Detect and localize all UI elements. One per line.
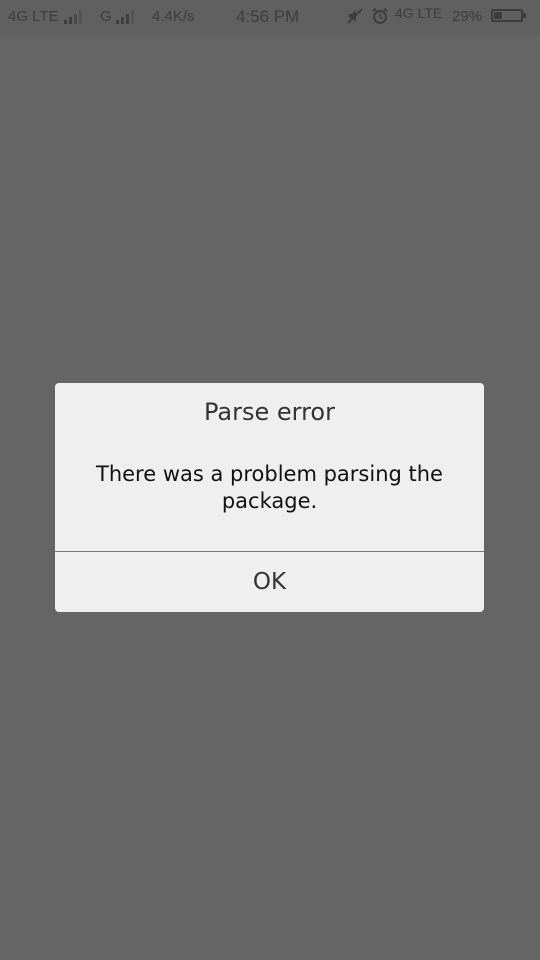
network-type-1: 4G LTE — [8, 8, 59, 25]
signal-strength-2-icon — [116, 10, 138, 24]
network-type-2: G — [100, 8, 112, 25]
battery-percent: 29% — [452, 8, 483, 25]
dialog-title: Parse error — [204, 398, 335, 426]
dialog-message: There was a problem parsing the package. — [96, 462, 443, 513]
network-speed: 4.4K/s — [152, 8, 195, 25]
parse-error-dialog: Parse error There was a problem parsing … — [55, 383, 484, 612]
battery-fill — [494, 12, 502, 19]
status-bar: 4G LTE G 4.4K/s 4:56 PM 4G LTE 29% — [0, 0, 540, 36]
battery-icon — [491, 9, 523, 22]
clock: 4:56 PM — [236, 7, 300, 26]
signal-strength-1-icon — [64, 10, 86, 24]
ok-button[interactable]: OK — [55, 552, 484, 612]
network-type-3: 4G LTE — [395, 5, 443, 21]
battery-nub — [523, 13, 526, 18]
screen: 4G LTE G 4.4K/s 4:56 PM 4G LTE 29% Parse… — [0, 0, 540, 960]
alarm-icon — [371, 7, 389, 30]
mute-icon — [346, 7, 364, 30]
